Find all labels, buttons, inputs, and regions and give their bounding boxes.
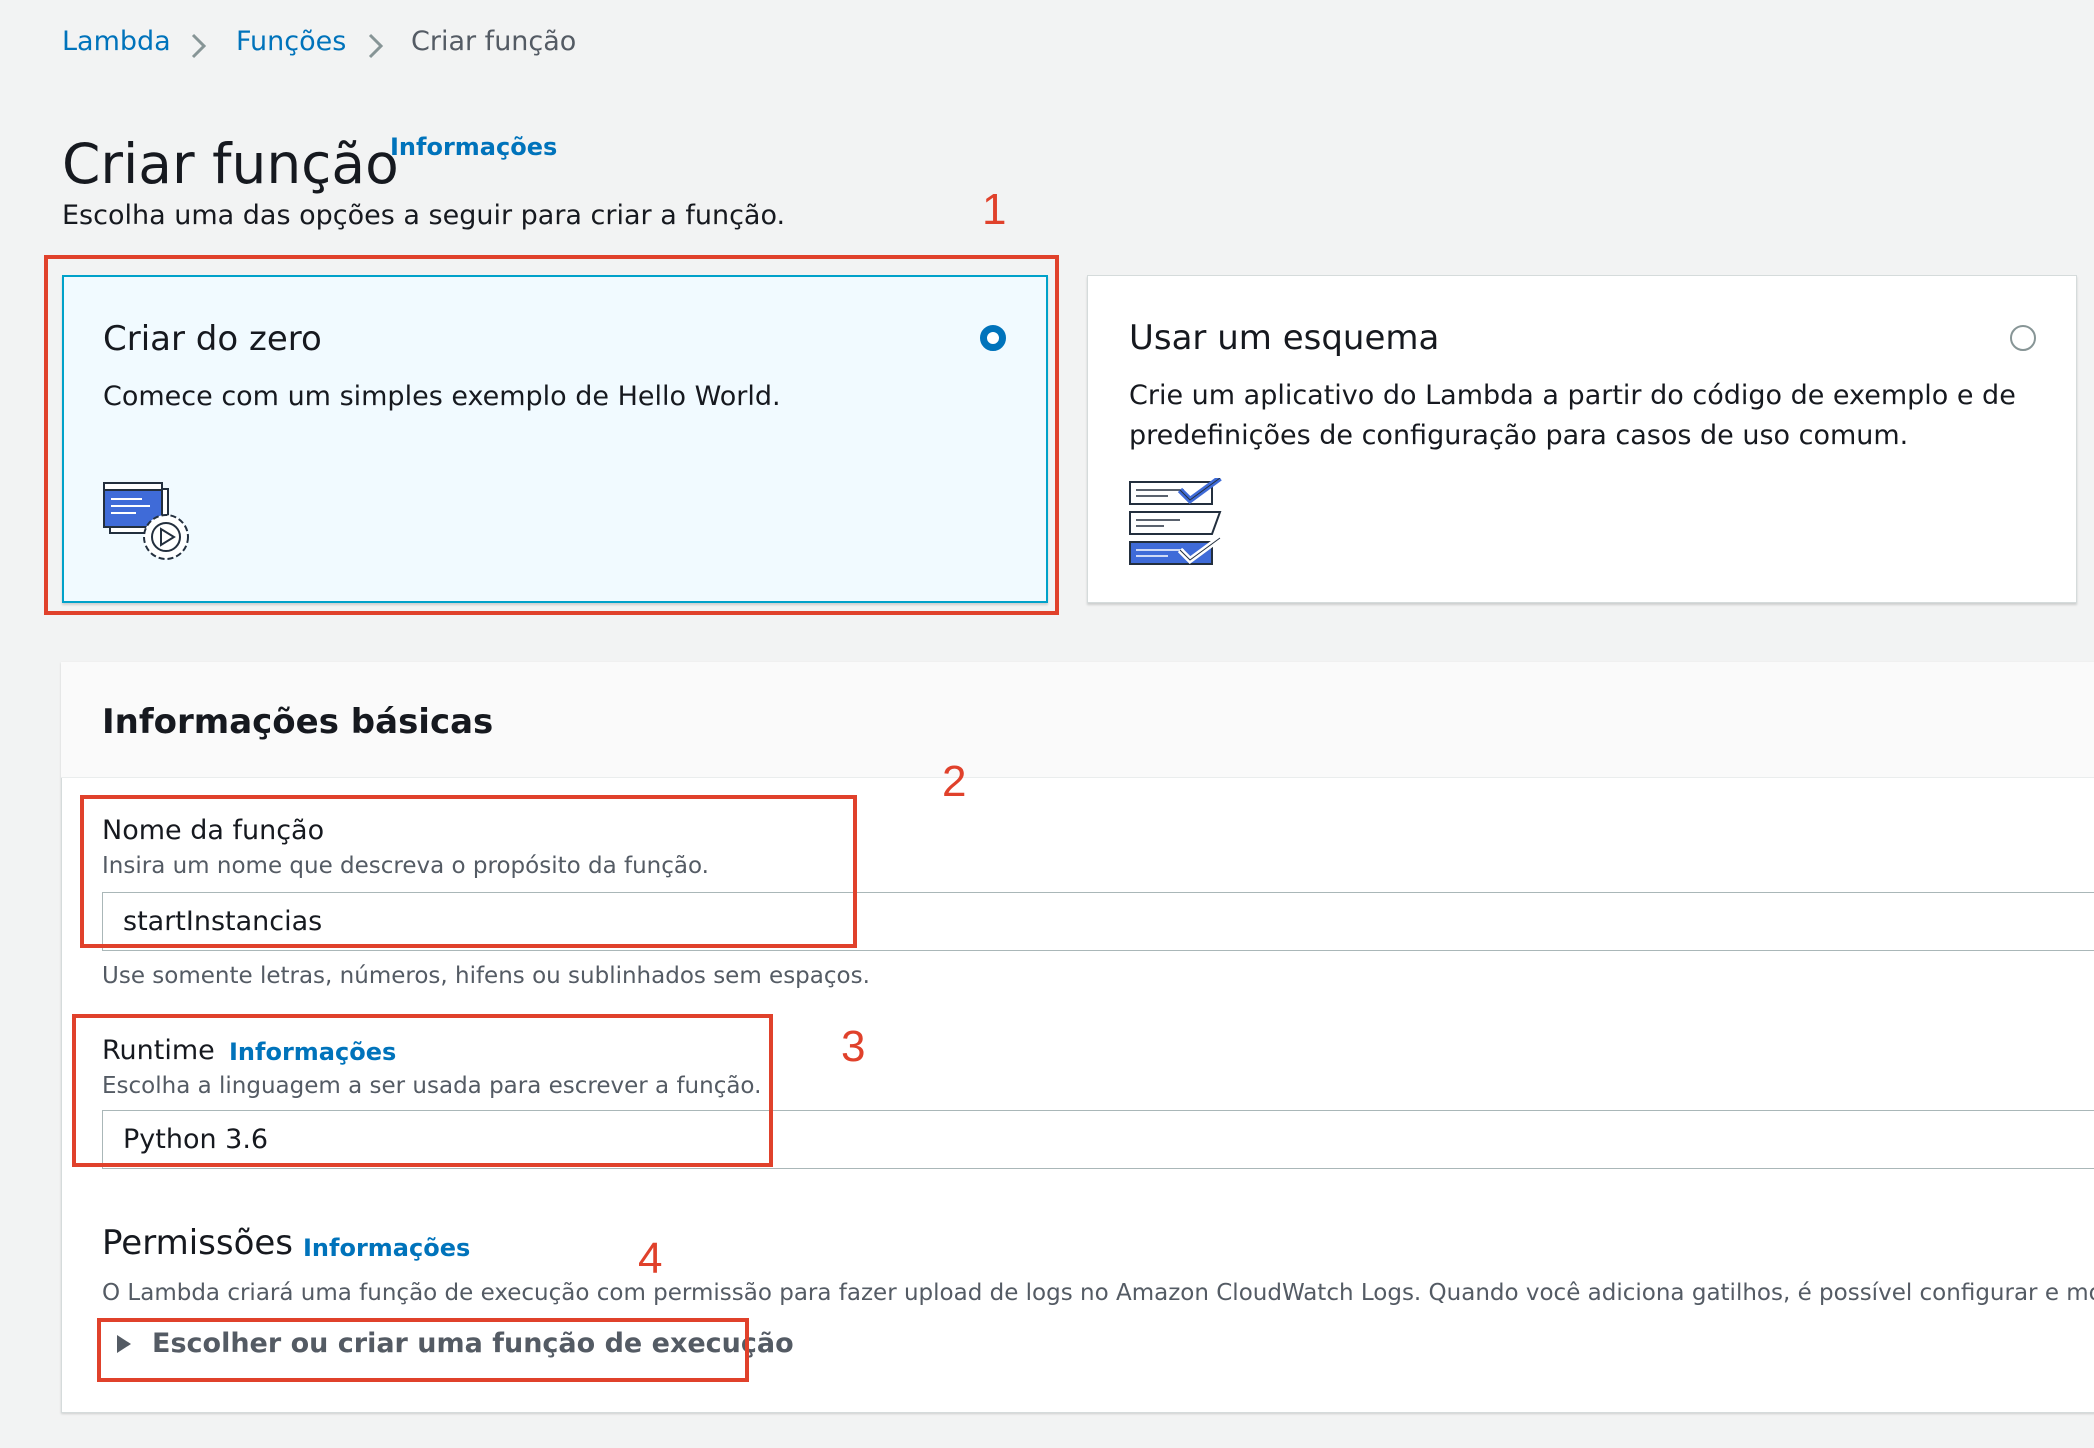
breadcrumb-funcoes[interactable]: Funções <box>236 26 346 57</box>
radio-blueprint[interactable] <box>2010 325 2036 351</box>
page-title: Criar função <box>62 131 399 196</box>
permissions-description: O Lambda criará uma função de execução c… <box>102 1280 2094 1306</box>
annotation-box-1 <box>44 255 1059 615</box>
option-card-blueprint[interactable]: Usar um esquema Crie um aplicativo do La… <box>1087 275 2077 603</box>
permissions-info-link[interactable]: Informações <box>303 1234 470 1262</box>
card-title: Usar um esquema <box>1129 318 1440 358</box>
annotation-number: 3 <box>841 1022 866 1071</box>
annotation-number: 4 <box>638 1234 663 1283</box>
annotation-box-2 <box>80 795 857 948</box>
annotation-number: 2 <box>942 757 967 806</box>
permissions-label: Permissões <box>102 1223 294 1263</box>
function-name-constraint: Use somente letras, números, hifens ou s… <box>102 963 870 989</box>
panel-title: Informações básicas <box>102 702 494 742</box>
title-info-link[interactable]: Informações <box>390 133 557 161</box>
intro-text: Escolha uma das opções a seguir para cri… <box>62 200 786 231</box>
breadcrumb-current: Criar função <box>411 26 577 57</box>
checklist-icon <box>1129 478 1222 565</box>
annotation-box-3 <box>72 1014 773 1167</box>
card-description-line-1: Crie um aplicativo do Lambda a partir do… <box>1129 380 2016 411</box>
breadcrumb-lambda[interactable]: Lambda <box>62 26 171 57</box>
card-description-line-2: predefinições de configuração para casos… <box>1129 420 1909 451</box>
annotation-number: 1 <box>982 185 1007 234</box>
chevron-right-icon <box>191 33 207 59</box>
chevron-right-icon <box>368 33 384 59</box>
annotation-box-4 <box>97 1318 749 1382</box>
